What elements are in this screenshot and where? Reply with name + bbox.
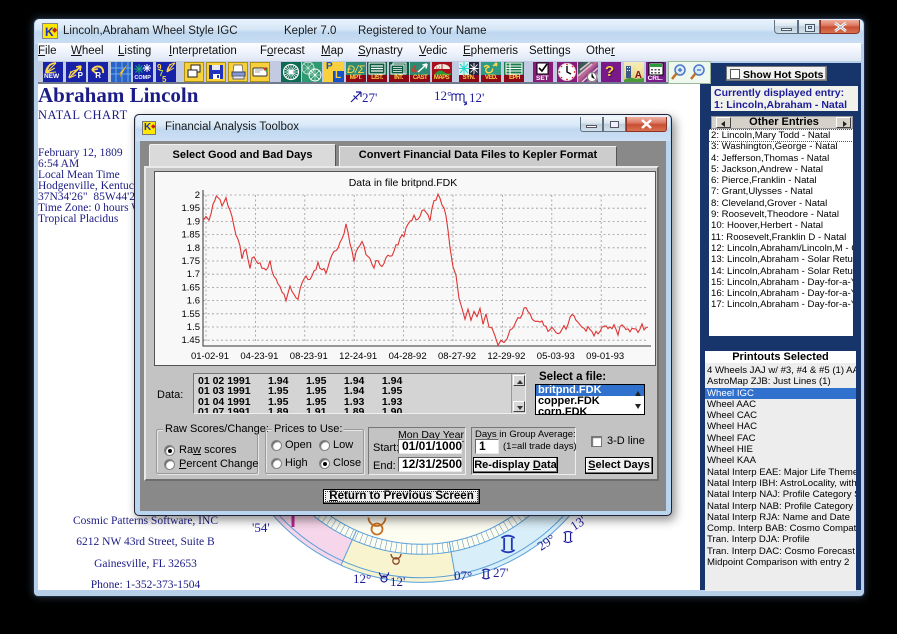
svg-text:1.75: 1.75 — [182, 256, 201, 267]
svg-text:i√: i√ — [436, 65, 440, 72]
svg-text:12': 12' — [469, 90, 484, 105]
svg-text:1.55: 1.55 — [182, 309, 201, 320]
svg-text:08-23-91: 08-23-91 — [290, 351, 328, 362]
svg-text:1.8: 1.8 — [187, 243, 200, 254]
svg-text:1.45: 1.45 — [182, 335, 201, 346]
svg-text:01-02-91: 01-02-91 — [191, 351, 229, 362]
svg-text:27': 27' — [362, 90, 377, 105]
svg-text:09-01-93: 09-01-93 — [586, 351, 624, 362]
svg-text:12°: 12° — [434, 88, 452, 103]
svg-text:1.7: 1.7 — [187, 269, 200, 280]
svg-text:07°: 07° — [454, 568, 472, 583]
svg-text:12°: 12° — [353, 571, 371, 586]
svg-text:12-24-91: 12-24-91 — [339, 351, 377, 362]
svg-text:1.5: 1.5 — [187, 322, 200, 333]
svg-text:04-23-91: 04-23-91 — [240, 351, 278, 362]
svg-text:1.9: 1.9 — [187, 216, 200, 227]
svg-text:1.6: 1.6 — [187, 296, 200, 307]
svg-text:Ð/Σ: Ð/Σ — [347, 64, 365, 75]
svg-text:4: 4 — [411, 64, 418, 75]
svg-text:05-03-93: 05-03-93 — [537, 351, 575, 362]
svg-text:Data in file britpnd.FDK: Data in file britpnd.FDK — [349, 177, 458, 189]
svg-text:12-29-92: 12-29-92 — [487, 351, 525, 362]
svg-text:1.85: 1.85 — [182, 230, 201, 241]
svg-text:1.95: 1.95 — [182, 203, 201, 214]
svg-text:1.65: 1.65 — [182, 282, 201, 293]
svg-text:12': 12' — [390, 574, 405, 589]
svg-text:04-28-92: 04-28-92 — [389, 351, 427, 362]
svg-text:27': 27' — [493, 565, 508, 580]
svg-text:08-27-92: 08-27-92 — [438, 351, 476, 362]
svg-text:2: 2 — [195, 190, 200, 201]
svg-text:'54': '54' — [252, 520, 270, 535]
svg-text:5: 5 — [162, 75, 167, 82]
